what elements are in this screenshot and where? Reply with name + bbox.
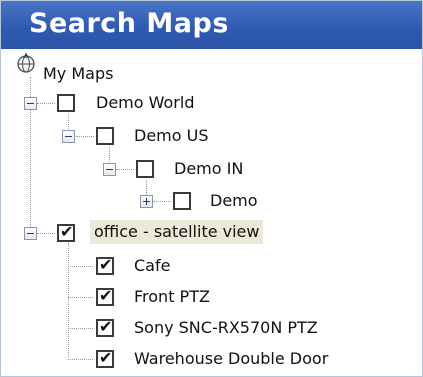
tree-item-demo-in[interactable]: Demo IN: [174, 159, 243, 178]
checkbox-warehouse-double-door[interactable]: ✔: [96, 348, 114, 368]
checkmark-icon: ✔: [99, 255, 113, 274]
tree-root-my-maps[interactable]: My Maps: [43, 64, 113, 83]
search-maps-panel: Search Maps My Maps Demo World Demo US D…: [0, 0, 423, 377]
checkbox-demo-us[interactable]: [96, 127, 114, 145]
checkmark-icon: ✔: [99, 286, 113, 305]
tree-item-demo-us[interactable]: Demo US: [134, 126, 209, 145]
checkbox-demo[interactable]: [173, 192, 191, 210]
tree-item-demo-world[interactable]: Demo World: [96, 93, 194, 112]
checkbox-cafe[interactable]: ✔: [96, 255, 114, 275]
panel-header: Search Maps: [1, 1, 422, 49]
tree-item-sony-snc-rx570n-ptz[interactable]: Sony SNC-RX570N PTZ: [134, 318, 318, 337]
tree-item-demo[interactable]: Demo: [210, 191, 258, 210]
checkmark-icon: ✔: [60, 222, 74, 241]
map-tree: My Maps Demo World Demo US Demo IN Demo: [1, 49, 422, 376]
checkbox-office-satellite-view[interactable]: ✔: [57, 222, 75, 242]
panel-title: Search Maps: [29, 8, 229, 39]
checkbox-demo-in[interactable]: [136, 160, 154, 178]
tree-item-cafe[interactable]: Cafe: [134, 256, 170, 275]
tree-item-office-satellite-view[interactable]: office - satellite view: [90, 220, 264, 244]
checkmark-icon: ✔: [99, 317, 113, 336]
checkbox-sony-snc-rx570n-ptz[interactable]: ✔: [96, 317, 114, 337]
tree-item-front-ptz[interactable]: Front PTZ: [134, 287, 210, 306]
checkmark-icon: ✔: [99, 348, 113, 367]
tree-item-warehouse-double-door[interactable]: Warehouse Double Door: [134, 349, 328, 368]
checkbox-front-ptz[interactable]: ✔: [96, 286, 114, 306]
checkbox-demo-world[interactable]: [57, 94, 75, 112]
collapse-toggle-office[interactable]: [24, 227, 37, 240]
compass-globe-icon: [17, 52, 35, 73]
collapse-toggle-demo-world[interactable]: [24, 97, 37, 110]
collapse-toggle-demo-us[interactable]: [62, 130, 75, 143]
collapse-toggle-demo-in[interactable]: [103, 163, 116, 176]
expand-toggle-demo[interactable]: [140, 195, 153, 208]
